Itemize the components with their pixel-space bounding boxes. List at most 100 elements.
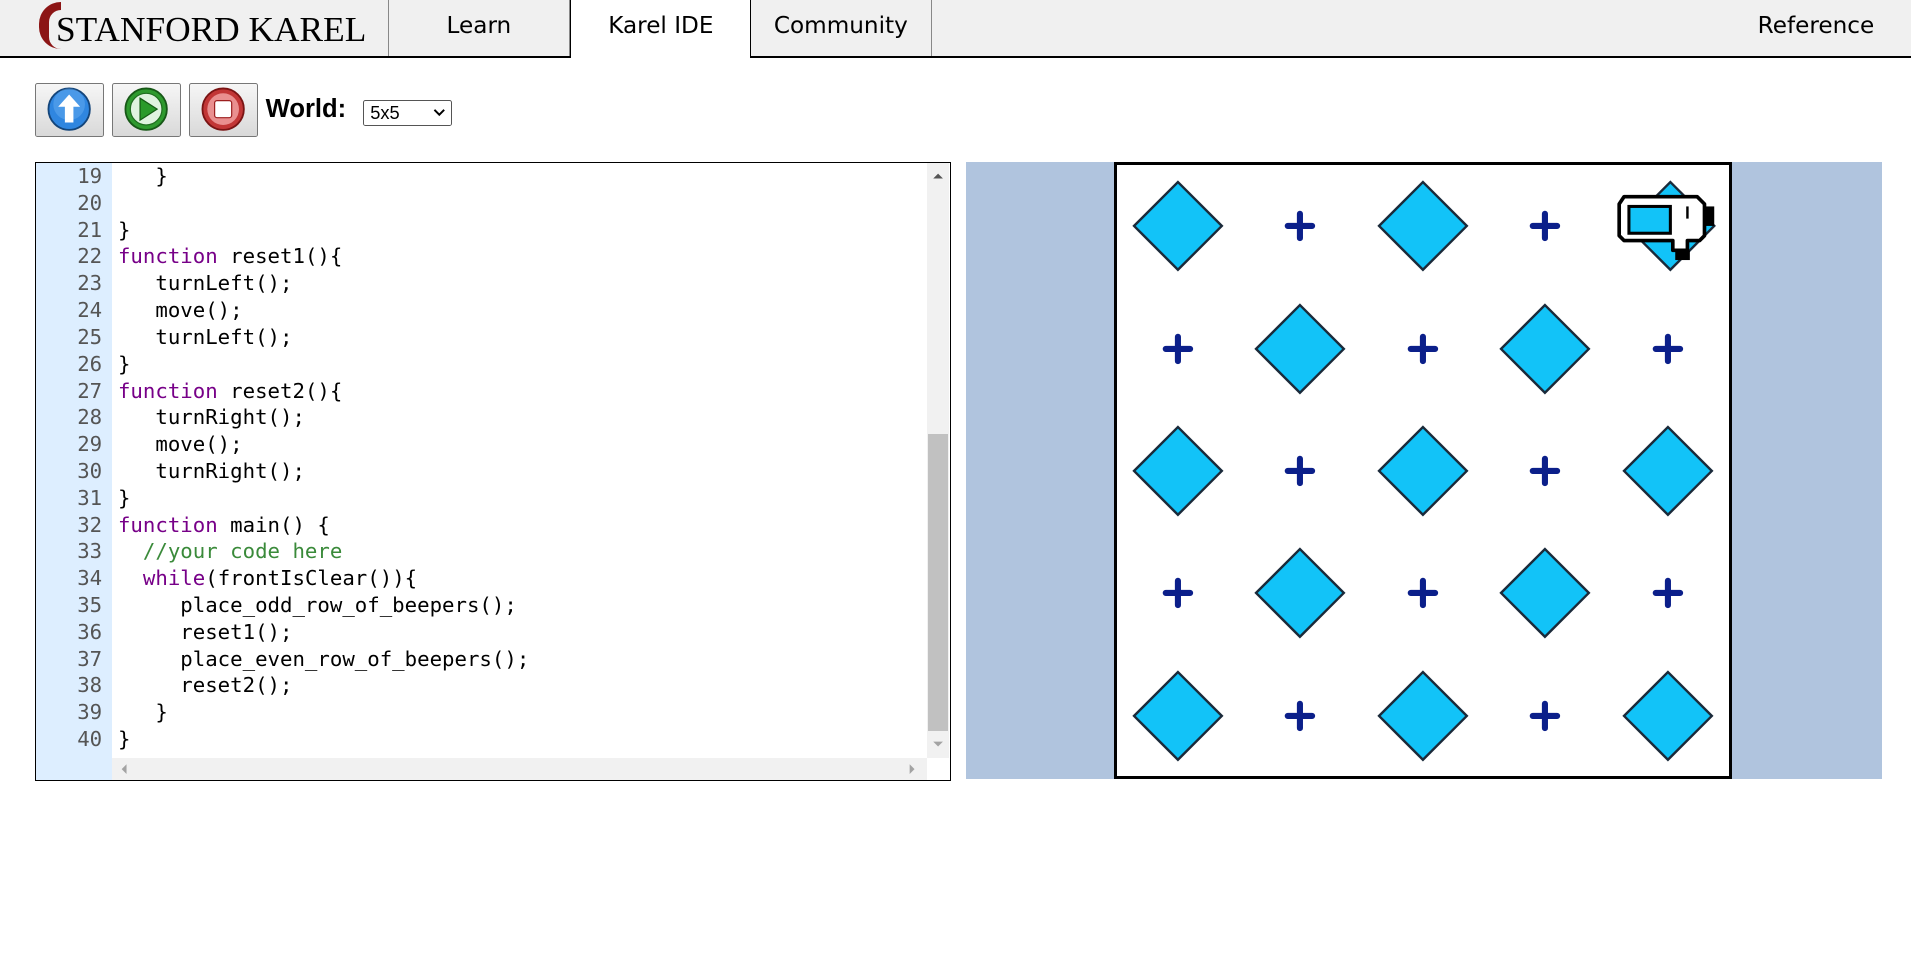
play-icon (124, 87, 168, 132)
corner-marker (1362, 288, 1484, 410)
karel-robot-icon (1617, 180, 1716, 272)
code-line[interactable]: 29 move(); (36, 431, 926, 458)
corner-plus-icon (1529, 700, 1561, 732)
corner-marker (1607, 532, 1729, 654)
code-text: function reset1(){ (117, 244, 343, 269)
line-number: 34 (77, 566, 103, 591)
code-line[interactable]: 23 turnLeft(); (36, 270, 926, 297)
tab-karel-ide[interactable]: Karel IDE (570, 0, 752, 59)
code-text: turnLeft(); (117, 324, 293, 349)
corner-plus-icon (1162, 578, 1193, 609)
beeper (1362, 165, 1484, 287)
beeper (1239, 288, 1361, 410)
code-editor[interactable]: 19 } 20 21} 22 function reset1(){23 turnLeft… (35, 162, 952, 781)
step-button[interactable] (35, 82, 105, 138)
code-line[interactable]: 22 function reset1(){ (36, 243, 926, 270)
karel-world-panel (966, 162, 1882, 779)
scroll-up-icon[interactable] (932, 170, 944, 182)
beeper (1117, 655, 1239, 777)
up-arrow-icon (47, 87, 91, 132)
line-number: 28 (77, 405, 103, 430)
code-line[interactable]: 38 reset2(); (36, 672, 926, 699)
beeper-icon (1254, 547, 1346, 639)
beeper (1484, 532, 1606, 654)
beeper (1362, 410, 1484, 532)
beeper-icon (1132, 180, 1224, 272)
corner-marker (1117, 532, 1239, 654)
code-line[interactable]: 33 //your code here (36, 538, 926, 565)
corner-marker (1362, 532, 1484, 654)
top-nav-bar: STANFORD KAREL Learn Karel IDE Community… (0, 0, 1911, 59)
code-line[interactable]: 25 turnLeft(); (36, 324, 926, 351)
stop-icon (201, 87, 245, 132)
corner-marker (1484, 165, 1606, 287)
corner-marker (1484, 410, 1606, 532)
run-button[interactable] (112, 82, 182, 138)
tab-learn[interactable]: Learn (389, 0, 571, 57)
corner-plus-icon (1652, 578, 1683, 609)
scroll-down-icon[interactable] (932, 738, 944, 750)
code-line[interactable]: 26} (36, 351, 926, 378)
code-text: } (117, 700, 168, 725)
code-line[interactable]: 32 function main() { (36, 512, 926, 539)
beeper (1362, 655, 1484, 777)
code-line[interactable]: 21} (36, 217, 926, 244)
code-line[interactable]: 35 place_odd_row_of_beepers(); (36, 592, 926, 619)
beeper-icon (1377, 425, 1469, 517)
code-line[interactable]: 20 (36, 190, 926, 217)
vertical-scrollbar[interactable] (927, 163, 950, 758)
stanford-karel-logo[interactable]: STANFORD KAREL (37, 0, 389, 57)
chevron-down-icon (433, 108, 445, 116)
line-number: 26 (77, 351, 103, 376)
code-line[interactable]: 19 } (36, 163, 926, 190)
code-text: turnRight(); (117, 458, 305, 483)
code-text: } (117, 727, 131, 752)
corner-plus-icon (1407, 578, 1438, 609)
line-number: 39 (77, 700, 103, 725)
corner-marker (1239, 410, 1361, 532)
corner-plus-icon (1284, 210, 1316, 242)
corner-marker (1117, 288, 1239, 410)
corner-plus-icon (1652, 333, 1683, 364)
line-number: 21 (77, 217, 103, 242)
code-line[interactable]: 31} (36, 485, 926, 512)
corner-plus-icon (1407, 333, 1438, 364)
line-number: 22 (77, 244, 103, 269)
scroll-left-icon[interactable] (118, 763, 130, 775)
code-line[interactable]: 28 turnRight(); (36, 404, 926, 431)
stop-button[interactable] (188, 82, 258, 138)
world-select[interactable]: 5x5 (363, 99, 453, 126)
line-number: 27 (77, 378, 103, 403)
beeper-icon (1132, 425, 1224, 517)
line-number: 19 (77, 164, 103, 189)
code-text: } (117, 164, 168, 189)
world-label: World: (265, 95, 347, 124)
tab-community[interactable]: Community (751, 0, 932, 57)
code-line[interactable]: 30 turnRight(); (36, 458, 926, 485)
logo-text: STANFORD KAREL (56, 9, 367, 49)
code-line[interactable]: 37 place_even_row_of_beepers(); (36, 646, 926, 673)
beeper (1484, 288, 1606, 410)
code-line[interactable]: 40} (36, 726, 926, 753)
line-number: 35 (77, 593, 103, 617)
line-number: 31 (77, 485, 103, 510)
beeper-icon (1132, 670, 1224, 762)
scroll-right-icon[interactable] (906, 763, 918, 775)
code-line[interactable]: 27 function reset2(){ (36, 378, 926, 405)
code-line[interactable]: 24 move(); (36, 297, 926, 324)
scrollbar-thumb[interactable] (928, 433, 948, 731)
code-text: move(); (117, 432, 243, 457)
tab-reference[interactable]: Reference (1758, 0, 1875, 56)
beeper-icon (1621, 425, 1714, 517)
code-line[interactable]: 34 while(frontIsClear()){ (36, 565, 926, 592)
karel-robot-cell (1607, 165, 1729, 287)
code-text: place_odd_row_of_beepers(); (117, 593, 517, 617)
code-line[interactable]: 39 } (36, 699, 926, 726)
world-grid (1113, 162, 1732, 779)
line-number: 36 (77, 619, 103, 644)
line-number: 23 (77, 271, 103, 296)
horizontal-scrollbar[interactable] (111, 757, 928, 780)
code-text: } (117, 485, 131, 510)
code-line[interactable]: 36 reset1(); (36, 619, 926, 646)
corner-marker (1239, 655, 1361, 777)
